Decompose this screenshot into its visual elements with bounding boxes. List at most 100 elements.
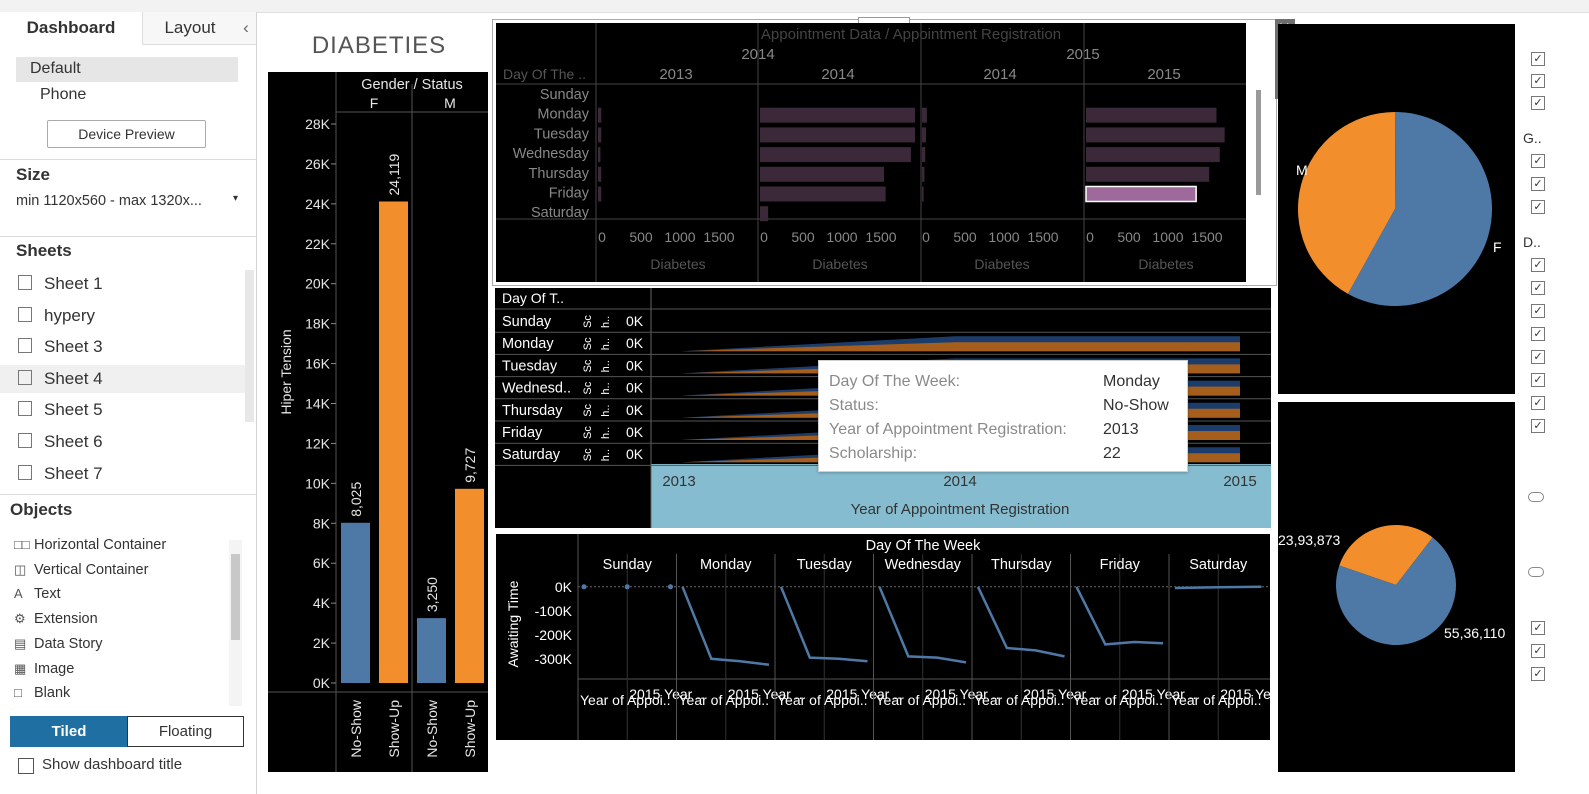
checkbox[interactable]: ✓: [1531, 177, 1545, 191]
device-default[interactable]: Default: [16, 57, 238, 82]
checkbox[interactable]: ✓: [1531, 74, 1545, 88]
slider-handle-icon[interactable]: [1528, 492, 1544, 502]
sheet-used-icon: [18, 307, 32, 322]
size-dropdown[interactable]: min 1120x560 - max 1320x... ▾: [16, 193, 238, 209]
x-axis-label: Diabetes: [974, 256, 1029, 272]
checkbox[interactable]: ✓: [1531, 52, 1545, 66]
scholarship-pie-chart[interactable]: 23,93,873 55,36,110: [1278, 402, 1515, 772]
gender-status-bar-chart[interactable]: Gender / Status F M 0K 2K 4K 6K 8K 10K 12K 14K 16K 1…: [268, 72, 488, 772]
tiled-button[interactable]: Tiled: [10, 716, 128, 747]
row-subheader: h..: [600, 427, 612, 439]
chevron-left-icon[interactable]: ‹: [236, 12, 256, 45]
object-text[interactable]: A Text: [14, 583, 61, 605]
row-label: Wednesday: [513, 146, 590, 162]
checkbox[interactable]: ✓: [1531, 327, 1545, 341]
x-axis-label: Diabetes: [1138, 256, 1193, 272]
checkbox[interactable]: ✓: [1531, 96, 1545, 110]
sheet-item[interactable]: Sheet 1: [18, 270, 103, 298]
gender-pie-chart[interactable]: MF: [1278, 24, 1515, 394]
object-image[interactable]: ▦ Image: [14, 658, 74, 680]
x-axis-label: Year of Appointment Registration: [851, 501, 1070, 518]
x-tick-label: 1000: [664, 229, 695, 245]
checkbox[interactable]: ✓: [1531, 258, 1545, 272]
checkbox[interactable]: ✓: [1531, 154, 1545, 168]
awaiting-time-line-chart[interactable]: Day Of The Week 0K -100K -200K -300K Awaiting…: [496, 534, 1270, 740]
row-subheader: Sc: [582, 403, 594, 416]
checkbox[interactable]: ✓: [1531, 200, 1545, 214]
x-tick-label: No-Show: [424, 699, 440, 757]
tooltip-key: Scholarship:: [829, 445, 918, 462]
object-extension[interactable]: ⚙ Extension: [14, 608, 98, 630]
x-tick-label: 2015 Year ..: [1220, 686, 1270, 702]
y-axis-label: Hiper Tension: [278, 329, 294, 414]
slider-handle-icon[interactable]: [1528, 567, 1544, 577]
sheet-item[interactable]: Sheet 4: [0, 365, 246, 393]
sheet-item[interactable]: Sheet 7: [18, 460, 103, 484]
checkbox[interactable]: ✓: [1531, 621, 1545, 635]
row-subheader: 0K: [626, 357, 644, 373]
object-data-story[interactable]: ▤ Data Story: [14, 633, 103, 655]
row-label: Friday: [549, 186, 590, 202]
bar: [760, 127, 915, 143]
sheet-item[interactable]: Sheet 5: [18, 396, 103, 424]
checkbox[interactable]: ✓: [1531, 396, 1545, 410]
x-tick-label: 1000: [1152, 229, 1183, 245]
row-label: Sunday: [502, 314, 552, 330]
row-header: Day Of The ..: [503, 66, 586, 82]
row-header: Day Of T..: [502, 290, 564, 306]
checkbox[interactable]: ✓: [1531, 644, 1545, 658]
category-label: Wednesday: [885, 557, 962, 573]
row-label: Wednesd..: [502, 381, 571, 397]
floating-button[interactable]: Floating: [127, 716, 244, 747]
year-header: 2015: [1066, 46, 1099, 63]
x-tick-label: Show-Up: [386, 700, 402, 758]
tab-dashboard[interactable]: Dashboard: [0, 12, 142, 44]
sheet-icon: [18, 338, 32, 353]
row-subheader: 0K: [626, 402, 644, 418]
tooltip-value: No-Show: [1103, 397, 1169, 414]
row-subheader: 0K: [626, 335, 644, 351]
checkbox[interactable]: ✓: [1531, 350, 1545, 364]
appointment-registration-chart[interactable]: Appointment Data / Appointment Registrat…: [496, 23, 1246, 282]
category-label: Saturday: [1189, 557, 1248, 573]
y-tick-label: 18K: [305, 316, 331, 332]
vertical-container-icon: ◫: [14, 562, 27, 577]
checkbox[interactable]: ✓: [1531, 304, 1545, 318]
device-preview-button[interactable]: Device Preview: [47, 120, 206, 148]
checkbox[interactable]: ✓: [1531, 281, 1545, 295]
sheet-item[interactable]: Sheet 6: [18, 428, 103, 456]
tab-layout[interactable]: Layout: [142, 12, 237, 45]
sheet-used-icon: [18, 401, 32, 416]
scrollbar-thumb[interactable]: [231, 554, 240, 640]
row-label: Tuesday: [534, 126, 590, 142]
device-phone[interactable]: Phone: [40, 86, 86, 104]
x-tick-label: 0: [922, 229, 930, 245]
checkbox[interactable]: ✓: [1531, 419, 1545, 433]
bar: [417, 618, 446, 683]
row-subheader: 0K: [626, 446, 644, 462]
divider: [0, 159, 256, 160]
x-tick-label: 2014: [943, 473, 976, 490]
object-blank[interactable]: □ Blank: [14, 682, 70, 704]
object-vertical-container[interactable]: ◫ Vertical Container: [14, 559, 148, 581]
sheets-scrollbar[interactable]: [245, 270, 254, 422]
checkbox[interactable]: ✓: [1531, 373, 1545, 387]
bar: [922, 107, 927, 123]
row-subheader: h..: [600, 382, 612, 394]
dashboard-side-panel: Dashboard Layout ‹ Default Phone Device …: [0, 12, 257, 794]
y-tick-label: -100K: [535, 603, 573, 619]
blank-icon: □: [14, 685, 22, 700]
data-story-icon: ▤: [14, 636, 27, 651]
chart-scrollbar[interactable]: [1256, 90, 1261, 195]
objects-scrollbar[interactable]: [229, 540, 242, 706]
row-subheader: h..: [600, 449, 612, 461]
sheet-item[interactable]: hypery: [18, 302, 95, 330]
row-label: Saturday: [531, 205, 590, 221]
data-label: 8,025: [348, 482, 364, 517]
object-horizontal-container[interactable]: □□ Horizontal Container: [14, 534, 166, 556]
sheet-item[interactable]: Sheet 3: [18, 333, 103, 361]
y-tick-label: 28K: [305, 116, 331, 132]
checkbox[interactable]: ✓: [1531, 667, 1545, 681]
horizontal-container-icon: □□: [14, 537, 30, 552]
show-title-checkbox[interactable]: [18, 758, 34, 774]
